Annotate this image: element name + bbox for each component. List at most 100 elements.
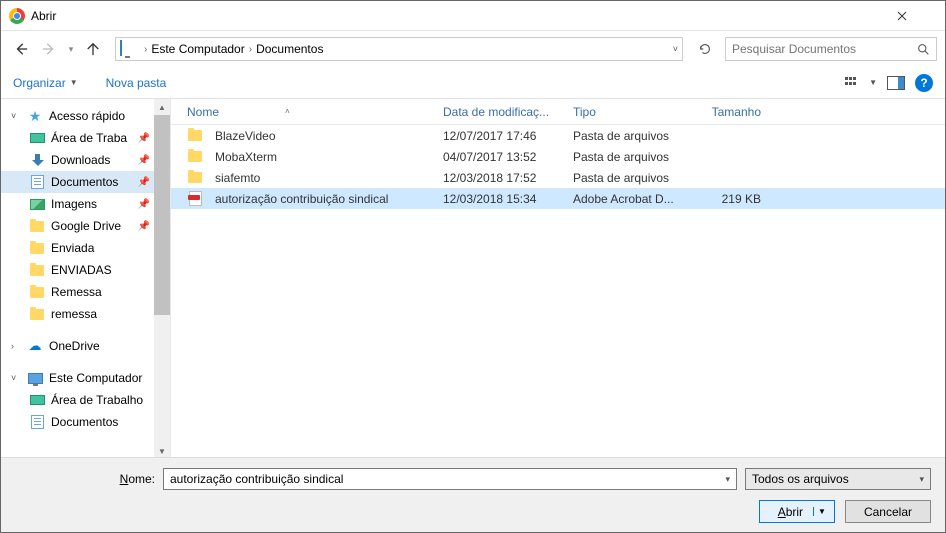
toolbar: Organizar ▼ Nova pasta ▼ ? <box>1 67 945 99</box>
up-button[interactable] <box>81 37 105 61</box>
document-icon <box>29 174 45 190</box>
breadcrumb-dropdown[interactable]: ˅ <box>673 44 678 54</box>
file-date: 12/07/2017 17:46 <box>437 129 567 143</box>
folder-icon <box>187 128 203 144</box>
chevron-down-icon[interactable]: ▾ <box>725 474 730 485</box>
col-name-label: Nome <box>187 105 219 119</box>
cancel-button[interactable]: Cancelar <box>845 500 931 523</box>
forward-button[interactable] <box>37 37 61 61</box>
titlebar: Abrir <box>1 1 945 31</box>
sidebar-enviada[interactable]: Enviada <box>1 237 170 259</box>
crumb-documents[interactable]: Documentos <box>256 42 323 56</box>
col-name-header[interactable]: Nome ˄ <box>181 105 437 119</box>
search-icon <box>917 43 930 56</box>
collapse-icon[interactable]: ˅ <box>11 373 21 383</box>
footer: Nome: ▾ Todos os arquivos ▾ Abrir ▼ Canc… <box>1 457 945 532</box>
col-type-header[interactable]: Tipo <box>567 105 687 119</box>
desktop-icon <box>29 392 45 408</box>
sidebar-scrollbar[interactable]: ▲ ▼ <box>154 99 170 459</box>
file-row[interactable]: autorização contribuição sindical12/03/2… <box>171 188 945 209</box>
chevron-right-icon: › <box>144 44 147 55</box>
chevron-down-icon: ▼ <box>869 78 877 87</box>
sidebar-desktop[interactable]: Área de Traba 📌 <box>1 127 170 149</box>
new-folder-button[interactable]: Nova pasta <box>106 76 167 90</box>
scroll-up-icon[interactable]: ▲ <box>154 99 170 115</box>
navbar: ▾ › Este Computador › Documentos ˅ <box>1 31 945 67</box>
desktop-icon <box>29 130 45 146</box>
close-button[interactable] <box>897 11 937 21</box>
folder-icon <box>187 170 203 186</box>
help-button[interactable]: ? <box>915 74 933 92</box>
file-row[interactable]: BlazeVideo12/07/2017 17:46Pasta de arqui… <box>171 125 945 146</box>
label: Enviada <box>51 241 94 255</box>
chrome-icon <box>9 8 25 24</box>
refresh-button[interactable] <box>693 37 717 61</box>
preview-pane-button[interactable] <box>887 76 905 90</box>
pin-icon: 📌 <box>138 177 150 188</box>
file-filter-combo[interactable]: Todos os arquivos ▾ <box>745 468 931 490</box>
file-name: MobaXterm <box>215 150 277 164</box>
back-button[interactable] <box>9 37 33 61</box>
col-date-header[interactable]: Data de modificaç... <box>437 105 567 119</box>
file-row[interactable]: MobaXterm 04/07/2017 13:52Pasta de arquiv… <box>171 146 945 167</box>
chevron-down-icon: ▼ <box>70 78 78 87</box>
sidebar-documents2[interactable]: Documentos <box>1 411 170 433</box>
sidebar-desktop2[interactable]: Área de Trabalho <box>1 389 170 411</box>
search-input[interactable] <box>732 42 917 56</box>
folder-icon <box>29 218 45 234</box>
folder-icon <box>29 284 45 300</box>
file-type: Pasta de arquivos <box>567 129 687 143</box>
label: Este Computador <box>49 371 142 385</box>
star-icon: ★ <box>27 108 43 124</box>
file-date: 04/07/2017 13:52 <box>437 150 567 164</box>
label: Documentos <box>51 175 118 189</box>
pin-icon: 📌 <box>138 155 150 166</box>
sidebar-onedrive[interactable]: › ☁ OneDrive <box>1 335 170 357</box>
label: remessa <box>51 307 97 321</box>
filename-input[interactable] <box>170 472 725 486</box>
sidebar-remessa2[interactable]: remessa <box>1 303 170 325</box>
file-name: autorização contribuição sindical <box>215 192 388 206</box>
recent-dropdown[interactable]: ▾ <box>65 37 77 61</box>
scrollbar-thumb[interactable] <box>154 115 170 315</box>
label: OneDrive <box>49 339 100 353</box>
collapse-icon[interactable]: ˅ <box>11 111 21 121</box>
sidebar-remessa1[interactable]: Remessa <box>1 281 170 303</box>
folder-icon <box>29 240 45 256</box>
filename-combo[interactable]: ▾ <box>163 468 737 490</box>
sidebar-downloads[interactable]: Downloads 📌 <box>1 149 170 171</box>
search-box[interactable] <box>725 37 937 61</box>
window-title: Abrir <box>31 9 897 23</box>
pin-icon: 📌 <box>138 221 150 232</box>
file-type: Pasta de arquivos <box>567 150 687 164</box>
filter-label: Todos os arquivos <box>752 472 849 486</box>
crumb-thispc[interactable]: Este Computador <box>151 42 244 56</box>
col-size-header[interactable]: Tamanho <box>687 105 767 119</box>
sidebar: ˅ ★ Acesso rápido Área de Traba 📌 Downlo… <box>1 99 171 459</box>
view-mode-button[interactable]: ▼ <box>844 75 877 91</box>
sidebar-images[interactable]: Imagens 📌 <box>1 193 170 215</box>
file-list: Nome ˄ Data de modificaç... Tipo Tamanho… <box>171 99 945 459</box>
open-button[interactable]: Abrir ▼ <box>759 500 835 523</box>
sidebar-thispc[interactable]: ˅ Este Computador <box>1 367 170 389</box>
file-type: Pasta de arquivos <box>567 171 687 185</box>
pdf-icon <box>187 191 203 207</box>
organize-menu[interactable]: Organizar ▼ <box>13 76 78 90</box>
sidebar-quick-access[interactable]: ˅ ★ Acesso rápido <box>1 105 170 127</box>
sidebar-enviadas[interactable]: ENVIADAS <box>1 259 170 281</box>
label: Área de Trabalho <box>51 393 143 407</box>
expand-icon[interactable]: › <box>11 341 21 351</box>
cloud-icon: ☁ <box>27 338 43 354</box>
open-split-dropdown[interactable]: ▼ <box>813 507 830 516</box>
pin-icon: 📌 <box>138 133 150 144</box>
new-folder-label: Nova pasta <box>106 76 167 90</box>
breadcrumb[interactable]: › Este Computador › Documentos ˅ <box>115 37 683 61</box>
folder-icon <box>187 149 203 165</box>
pc-icon <box>27 370 43 386</box>
pin-icon: 📌 <box>138 199 150 210</box>
sidebar-documents[interactable]: Documentos 📌 <box>1 171 170 193</box>
label: Área de Traba <box>51 131 127 145</box>
file-row[interactable]: siafemto12/03/2018 17:52Pasta de arquivo… <box>171 167 945 188</box>
file-date: 12/03/2018 17:52 <box>437 171 567 185</box>
sidebar-gdrive[interactable]: Google Drive 📌 <box>1 215 170 237</box>
